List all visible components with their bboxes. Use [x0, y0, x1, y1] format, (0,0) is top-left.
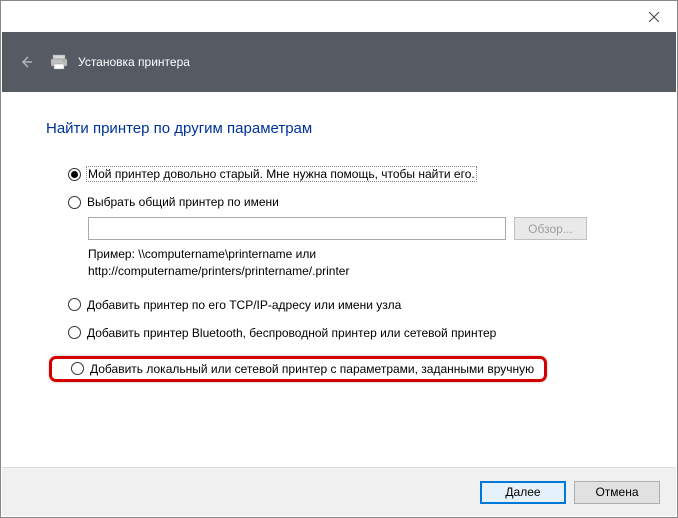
- example-line1: Пример: \\computername\printername или: [88, 247, 316, 261]
- browse-button: Обзор...: [514, 217, 587, 240]
- next-button[interactable]: Далее: [480, 481, 566, 504]
- radio-bluetooth[interactable]: [68, 326, 81, 339]
- back-arrow-icon: [19, 55, 33, 69]
- label-tcp-ip[interactable]: Добавить принтер по его TCP/IP-адресу ил…: [87, 298, 401, 312]
- example-line2: http://computername/printers/printername…: [88, 264, 349, 278]
- cancel-button[interactable]: Отмена: [574, 481, 660, 504]
- content-area: Найти принтер по другим параметрам Мой п…: [2, 92, 676, 467]
- radio-old-printer[interactable]: [68, 168, 81, 181]
- back-button[interactable]: [16, 52, 36, 72]
- close-icon: [649, 12, 659, 22]
- label-manual[interactable]: Добавить локальный или сетевой принтер с…: [90, 362, 534, 376]
- shared-sub-block: Обзор... Пример: \\computername\printern…: [46, 217, 632, 280]
- shared-printer-input[interactable]: [88, 217, 506, 240]
- option-bluetooth[interactable]: Добавить принтер Bluetooth, беспроводной…: [46, 326, 632, 340]
- footer: Далее Отмена: [2, 467, 676, 516]
- label-old-printer[interactable]: Мой принтер довольно старый. Мне нужна п…: [87, 167, 476, 181]
- radio-shared-by-name[interactable]: [68, 196, 81, 209]
- close-button[interactable]: [631, 2, 676, 32]
- page-title: Найти принтер по другим параметрам: [46, 120, 632, 137]
- header-title: Установка принтера: [78, 55, 190, 69]
- option-old-printer[interactable]: Мой принтер довольно старый. Мне нужна п…: [46, 167, 632, 181]
- radio-manual[interactable]: [71, 362, 84, 375]
- dialog-window: Установка принтера Найти принтер по друг…: [0, 0, 678, 518]
- wizard-header: Установка принтера: [2, 32, 676, 92]
- example-text: Пример: \\computername\printername или h…: [88, 246, 632, 280]
- highlight-annotation: Добавить локальный или сетевой принтер с…: [49, 356, 547, 382]
- label-bluetooth[interactable]: Добавить принтер Bluetooth, беспроводной…: [87, 326, 496, 340]
- titlebar: [2, 2, 676, 32]
- option-tcp-ip[interactable]: Добавить принтер по его TCP/IP-адресу ил…: [46, 298, 632, 312]
- label-shared-by-name[interactable]: Выбрать общий принтер по имени: [87, 195, 279, 209]
- radio-tcp-ip[interactable]: [68, 298, 81, 311]
- printer-icon: [50, 53, 68, 71]
- option-shared-by-name[interactable]: Выбрать общий принтер по имени: [46, 195, 632, 209]
